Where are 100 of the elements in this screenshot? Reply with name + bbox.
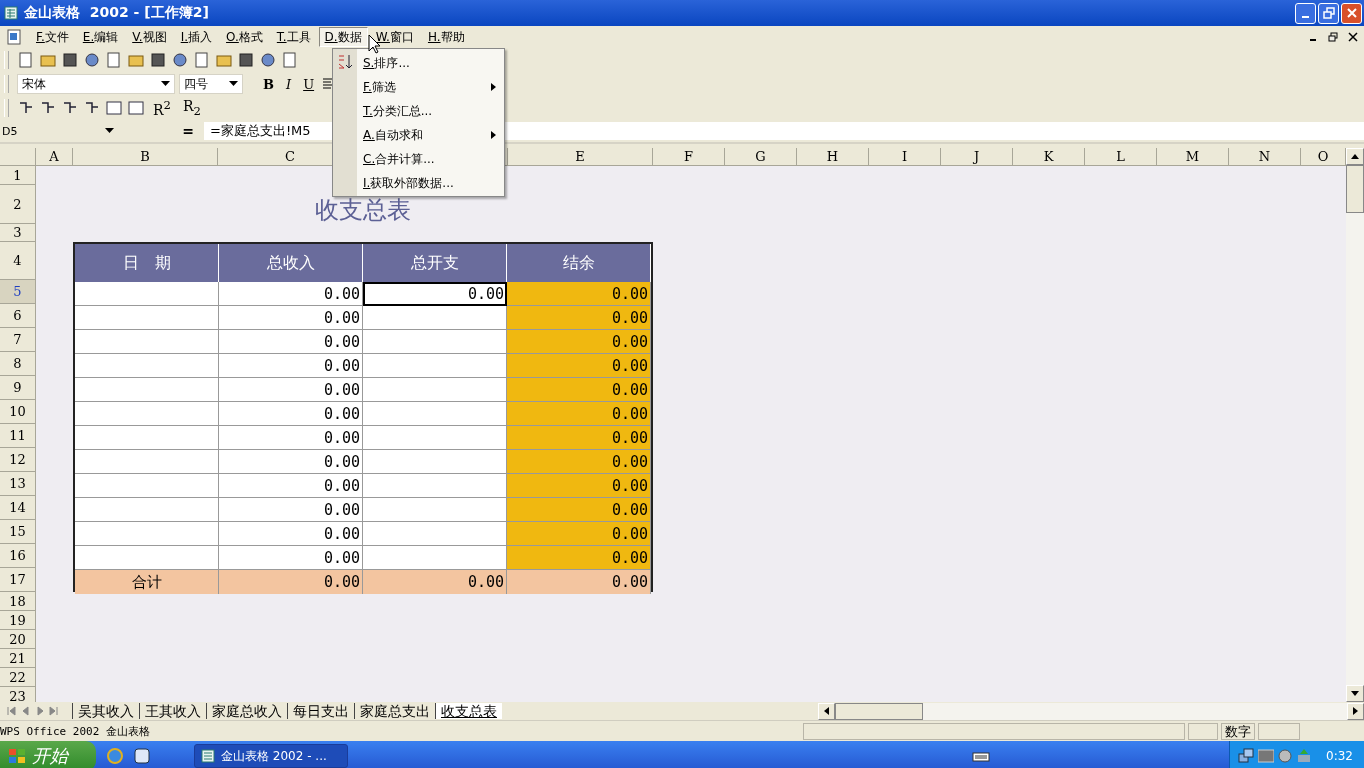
scroll-thumb[interactable] [1346,165,1364,213]
italic-button[interactable]: I [282,74,296,94]
restore-icon[interactable] [1328,32,1338,42]
row-header[interactable]: 16 [0,544,36,568]
total-expense-cell: 0.00 [363,570,507,594]
row-header[interactable]: 23 [0,687,36,702]
row-header[interactable]: 1 [0,166,36,185]
browser-icon[interactable] [106,747,124,765]
keyboard-icon[interactable] [972,750,990,762]
row-header[interactable]: 17 [0,568,36,592]
sort-icon [336,54,354,70]
total-income-cell: 0.00 [219,570,363,594]
row-header[interactable]: 21 [0,649,36,668]
row-header[interactable]: 13 [0,472,36,496]
scroll-down-icon[interactable] [1351,691,1359,696]
column-header[interactable]: K [1013,148,1085,166]
row-header[interactable]: 3 [0,224,36,242]
row-header[interactable]: 10 [0,400,36,424]
balance-cell: 0.00 [507,330,651,354]
column-header[interactable]: L [1085,148,1157,166]
dropdown-item[interactable]: I.获取外部数据... [357,171,504,195]
document-icon[interactable] [6,29,22,45]
menu-item[interactable]: O.格式 [220,27,269,47]
row-header[interactable]: 14 [0,496,36,520]
row-header[interactable]: 19 [0,611,36,630]
scroll-right-icon[interactable] [1353,707,1358,715]
balance-cell: 0.00 [507,546,651,570]
column-header[interactable]: J [941,148,1013,166]
balance-cell: 0.00 [507,354,651,378]
column-header[interactable]: M [1157,148,1229,166]
row-header[interactable]: 12 [0,448,36,472]
row-header[interactable]: 2 [0,185,36,224]
menu-item[interactable]: E.编辑 [76,27,125,47]
bold-button[interactable]: B [259,74,278,94]
row-header[interactable]: 8 [0,352,36,376]
vertical-scrollbar[interactable] [1346,148,1364,702]
scroll-up-icon[interactable] [1351,154,1359,159]
superscript-button[interactable]: R$^{2}$ [149,98,175,118]
menu-item[interactable]: I.插入 [174,27,219,47]
close-button[interactable] [1341,2,1362,24]
balance-cell: 0.00 [507,450,651,474]
scroll-thumb[interactable] [835,702,923,720]
total-balance-cell: 0.00 [507,570,651,594]
horizontal-scrollbar[interactable] [818,702,1364,720]
column-header[interactable]: A [36,148,73,166]
expense-cell: 0.00 [363,282,507,306]
balance-cell: 0.00 [507,522,651,546]
row-header[interactable]: 9 [0,376,36,400]
income-cell: 0.00 [219,306,363,330]
restore-button[interactable] [1318,2,1339,24]
minimize-button[interactable] [1295,2,1316,24]
menu-item[interactable]: T.工具 [270,27,317,47]
income-cell: 0.00 [219,354,363,378]
row-header[interactable]: 15 [0,520,36,544]
row-header[interactable]: 4 [0,242,36,280]
speaker-icon[interactable] [1278,749,1292,763]
caret-icon [229,81,238,87]
menu-item[interactable]: H.帮助 [421,27,471,47]
row-header[interactable]: 11 [0,424,36,448]
column-header[interactable]: F [653,148,725,166]
table-header: 结余 [507,244,651,282]
balance-cell: 0.00 [507,498,651,522]
column-header[interactable]: G [725,148,797,166]
network-icon[interactable] [1238,748,1254,764]
dropdown-item[interactable]: S.排序... [357,51,504,75]
row-header[interactable]: 20 [0,630,36,649]
column-header[interactable]: H [797,148,869,166]
income-cell: 0.00 [219,282,363,306]
start-button[interactable]: 开始 [0,741,96,768]
row-header[interactable]: 22 [0,668,36,687]
income-cell: 0.00 [219,474,363,498]
column-header[interactable]: I [869,148,941,166]
table-header: 总开支 [363,244,507,282]
taskbar-button[interactable]: 金山表格 2002 - ... [194,744,348,768]
column-header[interactable]: N [1229,148,1301,166]
row-header[interactable]: 7 [0,328,36,352]
dropdown-item[interactable]: F.筛选 [357,75,504,99]
column-header[interactable]: B [73,148,218,166]
row-header[interactable]: 18 [0,592,36,611]
num-lock-indicator: 数字 [1221,722,1255,740]
column-header[interactable]: O [1301,148,1346,166]
font-dropdown[interactable]: 宋体 [17,74,175,94]
sheet-tab[interactable]: 收支总表 [435,703,502,719]
subscript-button[interactable]: R$_{2}$ [178,98,205,118]
underline-button[interactable]: U [299,74,319,94]
font-size-dropdown[interactable]: 四号 [179,74,243,94]
close-icon[interactable] [1348,32,1358,42]
submenu-arrow-icon [491,83,496,91]
row-header[interactable]: 6 [0,304,36,328]
income-cell: 0.00 [219,330,363,354]
close-icon [1345,7,1358,19]
scroll-left-icon[interactable] [824,707,829,715]
menu-item[interactable]: D.数据 [318,27,368,47]
menu-item[interactable]: F.文件 [30,27,75,47]
restore-icon [1322,7,1335,19]
column-header[interactable]: E [508,148,653,166]
menu-item[interactable]: V.视图 [126,27,173,47]
dropdown-item[interactable]: T.分类汇总... [357,99,504,123]
row-header[interactable]: 5 [0,280,36,304]
desktop-icon[interactable] [134,748,150,764]
